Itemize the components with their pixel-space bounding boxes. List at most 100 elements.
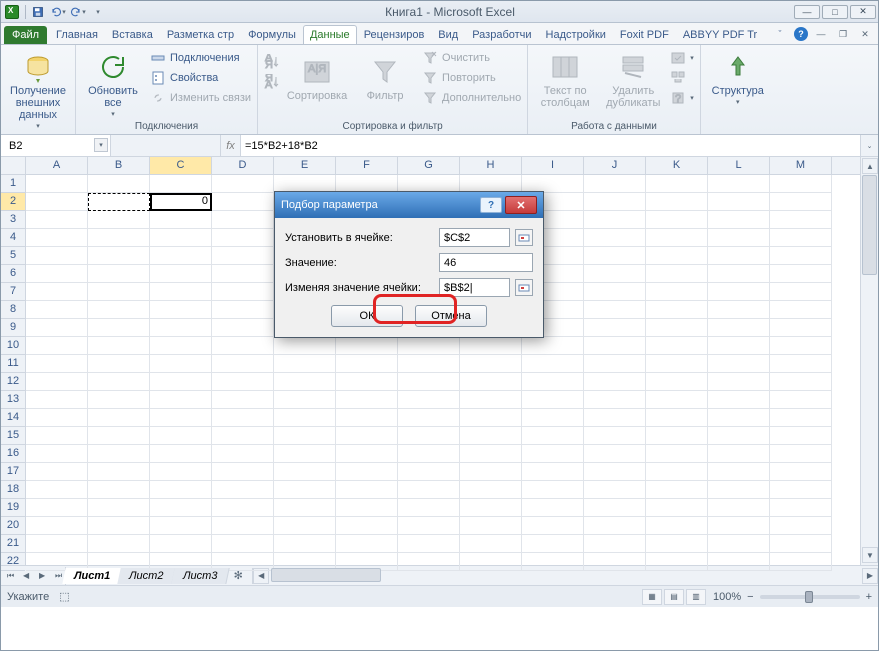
cell-J13[interactable] [584, 391, 646, 409]
namebox-dropdown-icon[interactable]: ▾ [94, 138, 108, 152]
cell-C3[interactable] [150, 211, 212, 229]
cell-C17[interactable] [150, 463, 212, 481]
cell-I19[interactable] [522, 499, 584, 517]
cell-K1[interactable] [646, 175, 708, 193]
cell-J6[interactable] [584, 265, 646, 283]
cell-J11[interactable] [584, 355, 646, 373]
minimize-button[interactable]: — [794, 5, 820, 19]
cell-D13[interactable] [212, 391, 274, 409]
row-header-1[interactable]: 1 [1, 175, 25, 193]
cell-A7[interactable] [26, 283, 88, 301]
cell-I13[interactable] [522, 391, 584, 409]
cell-I20[interactable] [522, 517, 584, 535]
row-header-15[interactable]: 15 [1, 427, 25, 445]
cell-K17[interactable] [646, 463, 708, 481]
cell-B18[interactable] [88, 481, 150, 499]
col-header-G[interactable]: G [398, 157, 460, 174]
cell-J21[interactable] [584, 535, 646, 553]
cell-C8[interactable] [150, 301, 212, 319]
cell-A11[interactable] [26, 355, 88, 373]
cell-L20[interactable] [708, 517, 770, 535]
col-header-K[interactable]: K [646, 157, 708, 174]
help-icon[interactable]: ? [794, 27, 808, 41]
cell-K14[interactable] [646, 409, 708, 427]
cell-F14[interactable] [336, 409, 398, 427]
sheet-tab-Лист1[interactable]: Лист1 [62, 568, 123, 584]
get-external-data-button[interactable]: Получение внешних данных ▾ [5, 47, 71, 133]
expand-formula-bar-icon[interactable]: ⌄ [860, 135, 878, 156]
col-header-E[interactable]: E [274, 157, 336, 174]
cell-J9[interactable] [584, 319, 646, 337]
dialog-help-icon[interactable]: ? [480, 197, 502, 213]
ribbon-minimize-icon[interactable]: ˇ [771, 25, 789, 43]
cell-D6[interactable] [212, 265, 274, 283]
cell-B15[interactable] [88, 427, 150, 445]
cell-H12[interactable] [460, 373, 522, 391]
col-header-M[interactable]: M [770, 157, 832, 174]
cell-H20[interactable] [460, 517, 522, 535]
zoom-slider[interactable] [760, 595, 860, 599]
cell-K12[interactable] [646, 373, 708, 391]
cell-G19[interactable] [398, 499, 460, 517]
cell-L13[interactable] [708, 391, 770, 409]
cell-K7[interactable] [646, 283, 708, 301]
cell-K3[interactable] [646, 211, 708, 229]
cell-G14[interactable] [398, 409, 460, 427]
scroll-up-icon[interactable]: ▲ [862, 158, 878, 174]
col-header-B[interactable]: B [88, 157, 150, 174]
cell-L9[interactable] [708, 319, 770, 337]
cell-M12[interactable] [770, 373, 832, 391]
cell-D17[interactable] [212, 463, 274, 481]
name-box[interactable]: B2 ▾ [1, 135, 111, 156]
cell-L1[interactable] [708, 175, 770, 193]
macro-record-icon[interactable]: ⬚ [59, 590, 69, 603]
cell-L5[interactable] [708, 247, 770, 265]
cell-M17[interactable] [770, 463, 832, 481]
cell-J1[interactable] [584, 175, 646, 193]
cell-L12[interactable] [708, 373, 770, 391]
to-value-input[interactable]: 46 [439, 253, 533, 272]
cell-F21[interactable] [336, 535, 398, 553]
cell-H19[interactable] [460, 499, 522, 517]
refresh-all-button[interactable]: Обновить все ▾ [80, 47, 146, 121]
cell-E21[interactable] [274, 535, 336, 553]
cell-D10[interactable] [212, 337, 274, 355]
cell-A9[interactable] [26, 319, 88, 337]
horizontal-scrollbar[interactable]: ◀ ▶ [252, 568, 878, 584]
tab-foxit pdf[interactable]: Foxit PDF [613, 25, 676, 44]
cell-J2[interactable] [584, 193, 646, 211]
cell-F16[interactable] [336, 445, 398, 463]
cell-M18[interactable] [770, 481, 832, 499]
cell-A1[interactable] [26, 175, 88, 193]
tab-формулы[interactable]: Формулы [241, 25, 303, 44]
cell-H14[interactable] [460, 409, 522, 427]
cell-L19[interactable] [708, 499, 770, 517]
cell-H21[interactable] [460, 535, 522, 553]
dialog-close-icon[interactable]: ✕ [505, 196, 537, 214]
cell-F18[interactable] [336, 481, 398, 499]
cell-E11[interactable] [274, 355, 336, 373]
row-header-16[interactable]: 16 [1, 445, 25, 463]
properties-button[interactable]: Свойства [148, 69, 253, 87]
cell-E17[interactable] [274, 463, 336, 481]
cell-C13[interactable] [150, 391, 212, 409]
cell-J20[interactable] [584, 517, 646, 535]
cell-M3[interactable] [770, 211, 832, 229]
cell-G17[interactable] [398, 463, 460, 481]
cell-K16[interactable] [646, 445, 708, 463]
row-header-21[interactable]: 21 [1, 535, 25, 553]
cell-D4[interactable] [212, 229, 274, 247]
cell-C12[interactable] [150, 373, 212, 391]
cell-C10[interactable] [150, 337, 212, 355]
cell-M11[interactable] [770, 355, 832, 373]
cell-B10[interactable] [88, 337, 150, 355]
cell-B17[interactable] [88, 463, 150, 481]
cell-C2[interactable]: 0 [150, 193, 212, 211]
cell-E14[interactable] [274, 409, 336, 427]
cell-C21[interactable] [150, 535, 212, 553]
cell-E10[interactable] [274, 337, 336, 355]
cell-L2[interactable] [708, 193, 770, 211]
cell-J3[interactable] [584, 211, 646, 229]
cell-K13[interactable] [646, 391, 708, 409]
cell-M15[interactable] [770, 427, 832, 445]
